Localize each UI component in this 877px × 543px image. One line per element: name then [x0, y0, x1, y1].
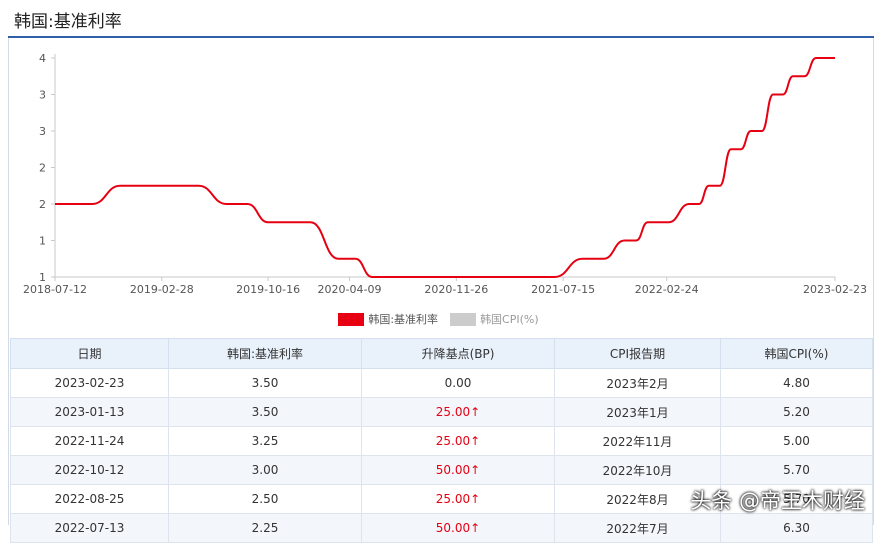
table-row: 2022-11-24 3.25 25.00↑ 2022年11月 5.00	[10, 426, 873, 456]
cell-cpi: 5.70	[720, 455, 873, 485]
cell-date: 2022-07-13	[10, 513, 169, 543]
table-row: 2022-07-13 2.25 50.00↑ 2022年7月 6.30	[10, 513, 873, 543]
x-tick-label: 2019-10-16	[236, 283, 300, 296]
table-header-row: 日期 韩国:基准利率 升降基点(BP) CPI报告期 韩国CPI(%)	[10, 338, 873, 369]
cell-rate: 3.50	[168, 368, 362, 398]
col-header-cpi: 韩国CPI(%)	[720, 338, 873, 369]
cell-bp: 50.00↑	[361, 513, 555, 543]
cell-cpi-period: 2022年10月	[554, 455, 721, 485]
legend-item-rate[interactable]: 韩国:基准利率	[338, 311, 438, 327]
cell-rate: 3.50	[168, 397, 362, 427]
cell-cpi: 5.20	[720, 397, 873, 427]
table-row: 2023-02-23 3.50 0.00 2023年2月 4.80	[10, 368, 873, 398]
cell-rate: 2.25	[168, 513, 362, 543]
x-tick-label: 2022-02-24	[635, 283, 699, 296]
y-tick-label: 3	[39, 125, 46, 138]
cell-cpi-period: 2022年7月	[554, 513, 721, 543]
cell-cpi: 5.00	[720, 426, 873, 456]
x-tick-label: 2023-02-23	[803, 283, 867, 296]
x-tick-label: 2020-11-26	[424, 283, 488, 296]
cell-date: 2022-08-25	[10, 484, 169, 514]
table-row: 2023-01-13 3.50 25.00↑ 2023年1月 5.20	[10, 397, 873, 427]
cell-date: 2023-02-23	[10, 368, 169, 398]
cell-date: 2023-01-13	[10, 397, 169, 427]
col-header-date: 日期	[10, 338, 169, 369]
cell-cpi-period: 2022年11月	[554, 426, 721, 456]
legend-label-cpi: 韩国CPI(%)	[480, 313, 539, 326]
cell-rate: 3.25	[168, 426, 362, 456]
page-title: 韩国:基准利率	[14, 12, 122, 32]
y-tick-label: 2	[39, 162, 46, 175]
col-header-cpi-period: CPI报告期	[554, 338, 721, 369]
cell-rate: 3.00	[168, 455, 362, 485]
y-tick-label: 3	[39, 89, 46, 102]
source-watermark: 头条 @帝王木财经	[690, 489, 865, 513]
series-line-rate	[55, 57, 835, 278]
cell-date: 2022-10-12	[10, 455, 169, 485]
col-header-rate: 韩国:基准利率	[168, 338, 362, 369]
y-tick-label: 2	[39, 198, 46, 211]
cell-date: 2022-11-24	[10, 426, 169, 456]
cell-bp: 0.00	[361, 368, 555, 398]
cell-cpi: 4.80	[720, 368, 873, 398]
legend-item-cpi[interactable]: 韩国CPI(%)	[450, 311, 539, 327]
chart-legend: 韩国:基准利率 韩国CPI(%)	[0, 311, 877, 327]
x-tick-label: 2021-07-15	[531, 283, 595, 296]
cell-bp: 50.00↑	[361, 455, 555, 485]
table-row: 2022-10-12 3.00 50.00↑ 2022年10月 5.70	[10, 455, 873, 485]
cell-bp: 25.00↑	[361, 484, 555, 514]
cell-cpi-period: 2023年1月	[554, 397, 721, 427]
y-tick-label: 4	[39, 52, 46, 65]
y-tick-label: 1	[39, 235, 46, 248]
cell-cpi: 6.30	[720, 513, 873, 543]
col-header-bp: 升降基点(BP)	[361, 338, 555, 369]
x-tick-label: 2018-07-12	[23, 283, 87, 296]
legend-swatch-cpi	[450, 312, 477, 326]
cell-rate: 2.50	[168, 484, 362, 514]
x-tick-label: 2020-04-09	[318, 283, 382, 296]
legend-swatch-rate	[338, 312, 365, 326]
rate-line-chart: 43322112018-07-12 2019-02-28 2019-10-16 202…	[23, 52, 867, 296]
cell-cpi-period: 2023年2月	[554, 368, 721, 398]
x-tick-label: 2019-02-28	[130, 283, 194, 296]
cell-bp: 25.00↑	[361, 426, 555, 456]
legend-label-rate: 韩国:基准利率	[368, 313, 439, 326]
cell-bp: 25.00↑	[361, 397, 555, 427]
